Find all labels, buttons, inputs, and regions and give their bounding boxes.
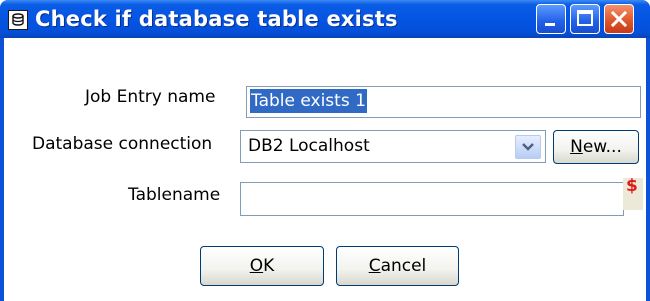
dialog-window: Check if database table exists Job Entry… (0, 0, 650, 301)
variable-icon[interactable]: $ (623, 176, 643, 210)
new-button-mnemonic: N (570, 137, 583, 157)
database-icon (8, 10, 28, 30)
window-title: Check if database table exists (35, 7, 398, 31)
variable-dollar-glyph: $ (626, 176, 638, 196)
minimize-button[interactable] (536, 4, 566, 34)
close-button[interactable] (604, 4, 634, 34)
database-connection-value: DB2 Localhost (248, 136, 370, 156)
tablename-input[interactable] (240, 182, 624, 216)
cancel-button-mnemonic: C (368, 256, 381, 276)
maximize-icon (577, 10, 593, 26)
ok-button-mnemonic: O (249, 256, 264, 276)
job-entry-name-label: Job Entry name (85, 87, 216, 107)
job-entry-name-input[interactable]: Table exists 1 (246, 86, 641, 118)
job-entry-name-value: Table exists 1 (250, 89, 367, 113)
tablename-label: Tablename (128, 185, 221, 205)
ok-button-label: K (263, 256, 275, 276)
dropdown-button[interactable] (515, 135, 541, 159)
dialog-body: Job Entry name Table exists 1 Database c… (4, 38, 646, 301)
database-connection-label: Database connection (32, 134, 213, 154)
cancel-button-label: ancel (380, 256, 427, 276)
minimize-icon (545, 23, 555, 26)
title-bar[interactable]: Check if database table exists (0, 0, 650, 38)
close-icon (610, 10, 628, 28)
chevron-down-icon (522, 143, 534, 151)
database-connection-select[interactable]: DB2 Localhost (240, 130, 546, 163)
maximize-button[interactable] (570, 4, 600, 34)
cancel-button[interactable]: Cancel (336, 246, 459, 286)
new-connection-button[interactable]: New... (553, 130, 639, 164)
ok-button[interactable]: OK (200, 246, 324, 286)
new-button-label: ew... (582, 137, 622, 157)
